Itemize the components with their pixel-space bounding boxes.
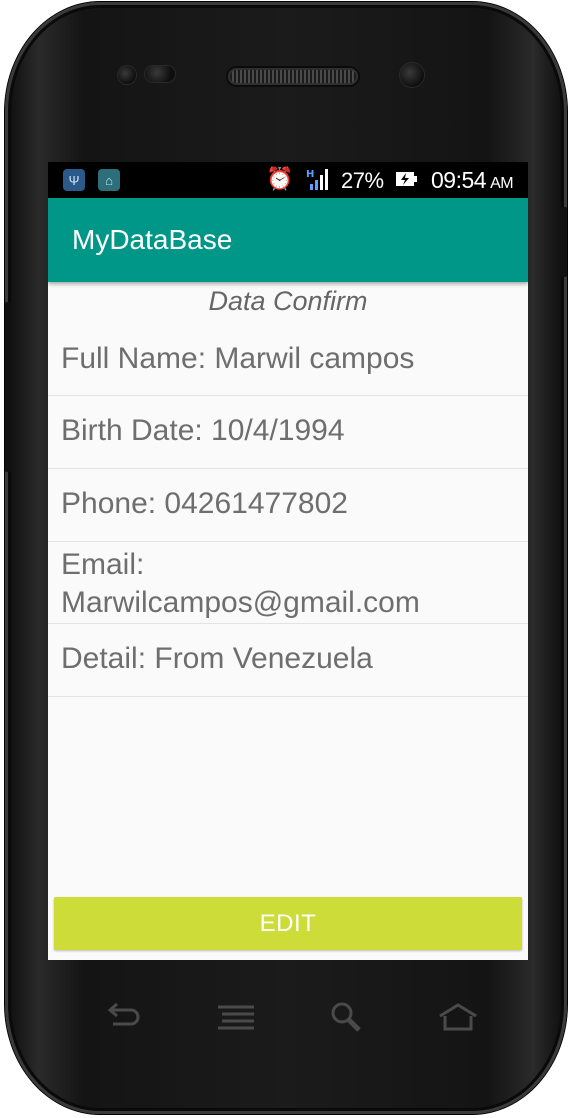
email-value: Marwilcampos@gmail.com (61, 586, 420, 619)
email-label: Email: (61, 548, 145, 581)
back-button[interactable] (101, 997, 145, 1037)
menu-button[interactable] (214, 997, 258, 1037)
light-sensor (145, 66, 175, 82)
list-item-email[interactable]: Email: Marwilcampos@gmail.com (48, 542, 528, 624)
clock-time: 09:54 (431, 167, 487, 193)
volume-button[interactable] (5, 302, 11, 472)
phone-text: Phone: 04261477802 (61, 487, 348, 520)
usb-icon: Ψ (63, 169, 85, 191)
home-button[interactable] (436, 997, 480, 1037)
clock-ampm: AM (490, 175, 514, 192)
list-item-birth-date[interactable]: Birth Date: 10/4/1994 (48, 396, 528, 469)
page-subtitle: Data Confirm (208, 286, 368, 316)
detail-text: Detail: From Venezuela (61, 642, 373, 675)
search-icon (331, 1002, 361, 1032)
status-bar: Ψ ⌂ ⏰ H 27% 09:54 AM (48, 162, 528, 198)
list-item-detail[interactable]: Detail: From Venezuela (48, 624, 528, 697)
menu-icon (218, 1005, 254, 1030)
screen: Ψ ⌂ ⏰ H 27% 09:54 AM MyDataBase Data Conf… (48, 162, 528, 960)
app-title: MyDataBase (72, 224, 233, 255)
birth-date-text: Birth Date: 10/4/1994 (61, 414, 345, 447)
front-camera (400, 63, 424, 87)
alarm-icon: ⏰ (266, 166, 294, 191)
search-button[interactable] (324, 997, 368, 1037)
battery-percent: 27% (341, 168, 384, 193)
proximity-sensor (118, 66, 136, 84)
list-item-full-name[interactable]: Full Name: Marwil campos (48, 322, 528, 396)
edit-button[interactable]: EDIT (54, 897, 522, 950)
full-name-text: Full Name: Marwil campos (61, 342, 415, 375)
home-icon (439, 1003, 477, 1031)
app-bar: MyDataBase (48, 198, 528, 282)
svg-text:H: H (306, 169, 314, 180)
back-icon (107, 1002, 140, 1026)
earpiece-speaker (228, 68, 358, 85)
status-clock: 09:54 AM (431, 167, 514, 194)
power-button[interactable] (561, 207, 567, 277)
signal-h-icon: H (306, 169, 328, 190)
battery-charging-icon (396, 172, 417, 186)
android-debug-icon: ⌂ (98, 169, 120, 191)
list-item-phone[interactable]: Phone: 04261477802 (48, 469, 528, 542)
